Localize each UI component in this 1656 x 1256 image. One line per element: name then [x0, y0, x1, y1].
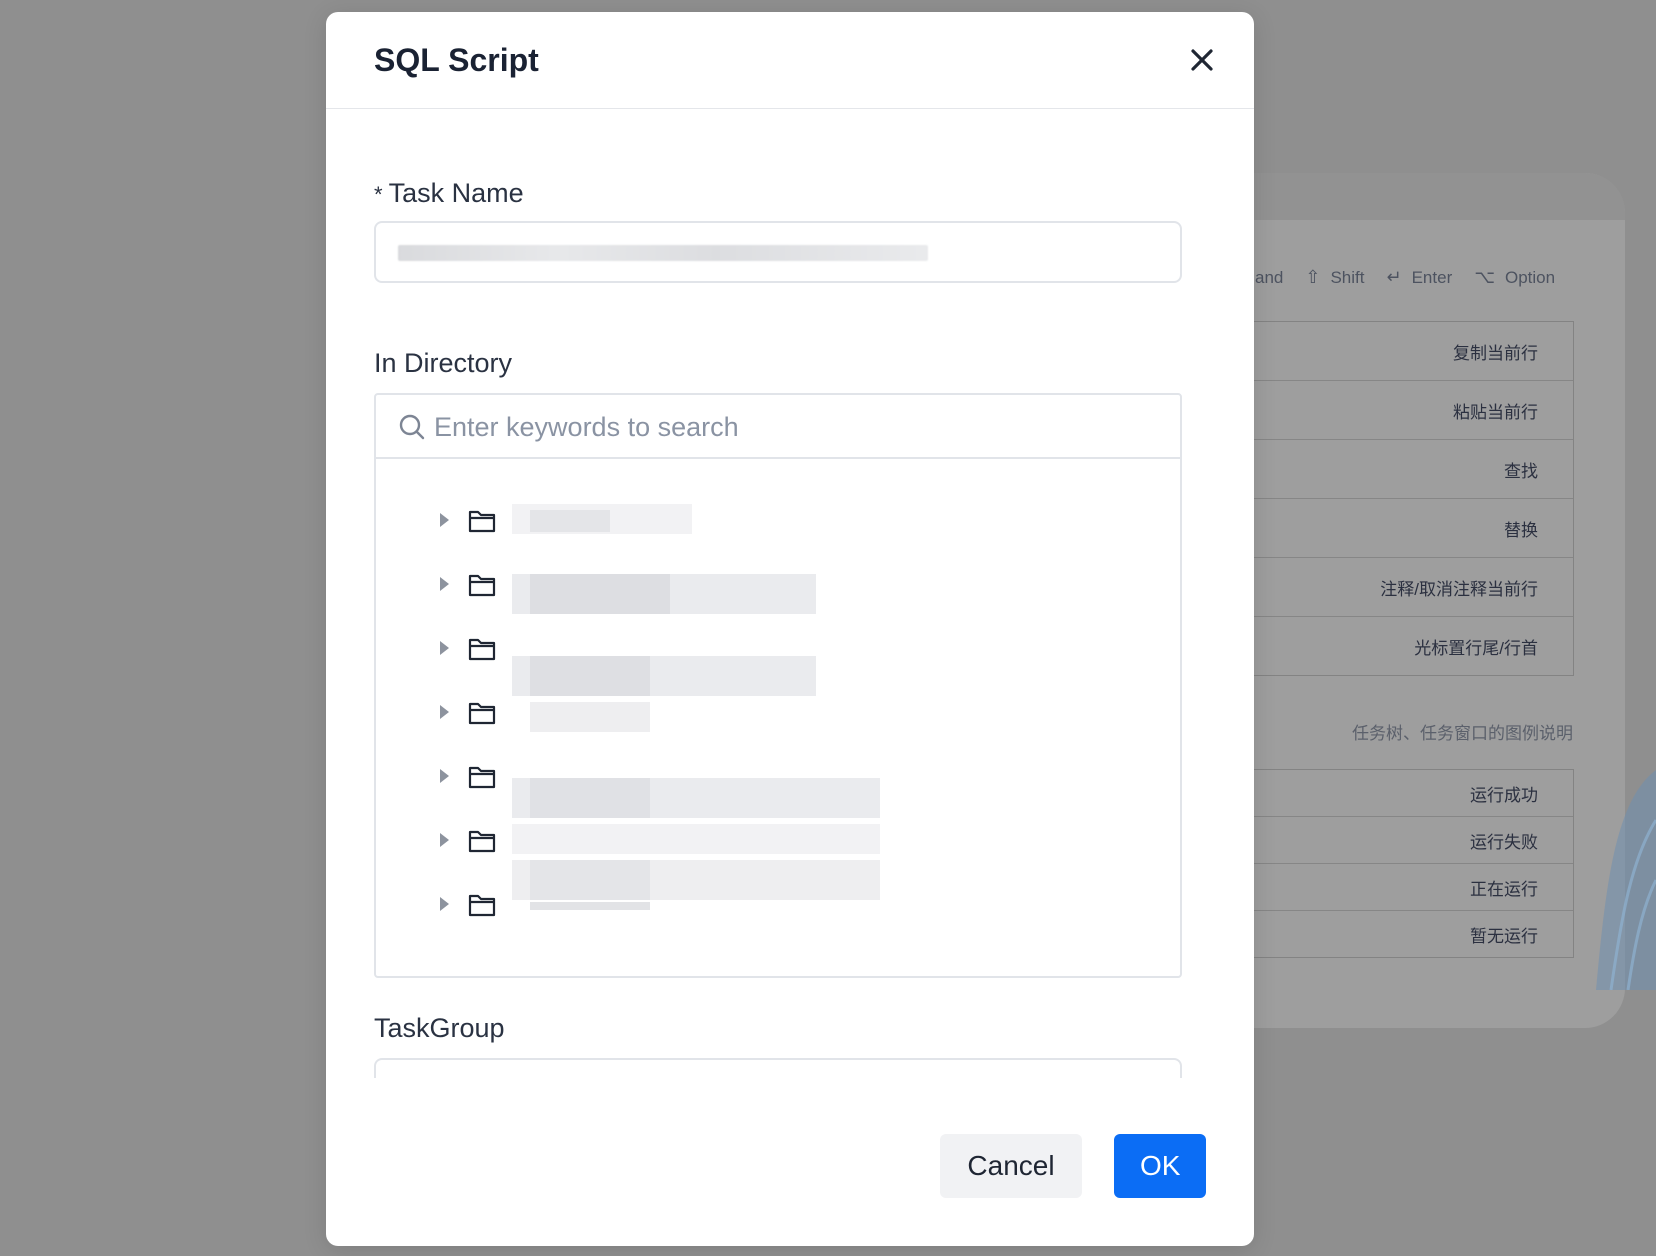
directory-search-input[interactable] [432, 407, 1136, 447]
caret-right-icon[interactable] [440, 641, 449, 655]
legend-title: 任务树、任务窗口的图例说明 [1352, 724, 1573, 743]
redacted-task-name [398, 245, 928, 261]
enter-icon: ↵ [1386, 267, 1402, 287]
folder-icon [468, 830, 496, 853]
folder-icon [468, 894, 496, 917]
required-mark: * [374, 181, 383, 207]
in-directory-label: In Directory [374, 348, 513, 378]
folder-icon [468, 638, 496, 661]
tree-folder-item[interactable] [440, 693, 1140, 733]
ok-button[interactable]: OK [1114, 1134, 1206, 1198]
task-name-input[interactable] [374, 221, 1182, 283]
modifier-key-legend: and ⇧ Shift ↵ Enter ⌥ Option [1245, 267, 1555, 288]
tree-folder-item[interactable] [440, 629, 1140, 669]
sql-script-dialog: SQL Script * Task Name In Directory Ente… [326, 12, 1254, 1246]
tree-folder-item[interactable] [440, 885, 1140, 925]
search-icon [399, 414, 425, 440]
caret-right-icon[interactable] [440, 897, 449, 911]
close-icon[interactable] [1188, 46, 1216, 74]
tree-folder-item[interactable] [440, 757, 1140, 797]
dialog-header: SQL Script [326, 12, 1254, 109]
directory-search-row [376, 395, 1180, 459]
shift-icon: ⇧ [1305, 267, 1321, 287]
key-shift: ⇧ Shift [1305, 267, 1365, 287]
directory-tree-select [374, 393, 1182, 978]
folder-icon [468, 510, 496, 533]
task-group-select[interactable] [374, 1058, 1182, 1078]
folder-icon [468, 702, 496, 725]
decorative-wave [1596, 770, 1656, 990]
task-group-label: TaskGroup [374, 1013, 505, 1043]
caret-right-icon[interactable] [440, 577, 449, 591]
tree-folder-item[interactable] [440, 821, 1140, 861]
caret-right-icon[interactable] [440, 513, 449, 527]
folder-icon [468, 574, 496, 597]
task-name-label: * Task Name [374, 178, 524, 208]
key-enter: ↵ Enter [1386, 267, 1453, 287]
caret-right-icon[interactable] [440, 705, 449, 719]
dialog-footer: Cancel OK [940, 1134, 1206, 1198]
option-icon: ⌥ [1474, 267, 1495, 287]
directory-tree [376, 459, 1180, 976]
cancel-button[interactable]: Cancel [940, 1134, 1082, 1198]
tree-folder-item[interactable] [440, 565, 1140, 605]
dialog-title: SQL Script [374, 42, 539, 78]
caret-right-icon[interactable] [440, 833, 449, 847]
tree-folder-item[interactable] [440, 501, 1140, 541]
folder-icon [468, 766, 496, 789]
key-option: ⌥ Option [1474, 267, 1556, 287]
caret-right-icon[interactable] [440, 769, 449, 783]
